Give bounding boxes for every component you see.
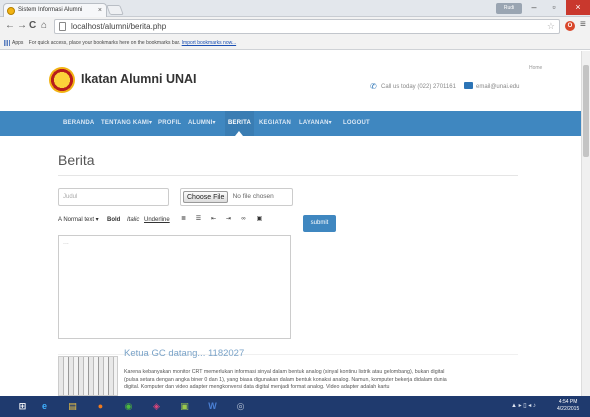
scrollbar-thumb[interactable] (583, 65, 589, 157)
bookmarks-bar: Apps For quick access, place your bookma… (0, 36, 590, 50)
post-thumbnail[interactable] (58, 356, 118, 396)
window-user-badge[interactable]: Rudi (496, 3, 522, 14)
nav-kegiatan[interactable]: KEGIATAN (259, 111, 291, 136)
browser-toolbar: ← → C ⌂ localhost/alumni/berita.php ☆ O … (0, 17, 590, 36)
choose-file-button[interactable]: Choose File (183, 191, 229, 203)
nav-beranda[interactable]: BERANDA (63, 111, 94, 136)
site-header: Ikatan Alumni UNAI Home ✆ Call us today … (0, 51, 581, 111)
chrome-icon[interactable]: ◉ (120, 398, 137, 415)
image-icon[interactable]: ▣ (256, 216, 263, 223)
word-icon[interactable]: W (204, 398, 221, 415)
nav-logout[interactable]: LOGOUT (343, 111, 370, 136)
file-upload-field: Choose File No file chosen (180, 188, 293, 206)
phone-icon: ✆ (370, 82, 377, 91)
clock-time: 4:54 PM (558, 399, 578, 405)
browser-menu-icon[interactable]: ≡ (580, 19, 586, 30)
browser-tabstrip: Sistem Informasi Alumni × Rudi – ▫ × (0, 0, 590, 17)
reload-icon[interactable]: C (29, 20, 36, 32)
apps-link[interactable]: Apps (12, 40, 23, 46)
title-divider (58, 175, 518, 176)
windows-taskbar: ⊞ e ▤ ● ◉ ◈ ▣ W ◎ ▲ ▸ ▯ ◂ ♪ 4:54 PM 4/22… (0, 396, 590, 417)
file-status: No file chosen (232, 193, 274, 200)
numbered-list-icon[interactable]: ☰ (195, 216, 202, 223)
maximize-icon[interactable]: ▫ (544, 0, 564, 15)
url-text: localhost/alumni/berita.php (71, 22, 167, 31)
home-link[interactable]: Home (529, 65, 542, 71)
taskbar-clock[interactable]: 4:54 PM 4/22/2015 (557, 399, 579, 413)
app-icon-3[interactable]: ◎ (232, 398, 249, 415)
bookmarks-prompt: For quick access, place your bookmarks h… (28, 40, 181, 46)
site-title[interactable]: Ikatan Alumni UNAI (81, 72, 197, 86)
window-close-icon[interactable]: × (566, 0, 590, 15)
ie-icon[interactable]: e (36, 398, 53, 415)
address-bar[interactable]: localhost/alumni/berita.php ☆ (54, 19, 560, 34)
new-tab-button[interactable] (106, 5, 124, 15)
indent-icon[interactable]: ⇥ (225, 216, 232, 223)
submit-button[interactable]: submit (303, 215, 336, 232)
unai-logo-icon[interactable] (49, 67, 75, 93)
active-caret-icon (235, 131, 243, 136)
import-bookmarks-link[interactable]: Import bookmarks now... (182, 40, 236, 46)
site-favicon-icon (7, 7, 15, 15)
nav-berita[interactable]: BERITA (225, 111, 255, 136)
bookmark-star-icon[interactable]: ☆ (547, 20, 555, 33)
media-player-icon[interactable]: ● (92, 398, 109, 415)
tab-title: Sistem Informasi Alumni (18, 7, 83, 13)
underline-button[interactable]: Underline (144, 213, 170, 227)
forward-icon[interactable]: → (17, 20, 27, 32)
post-title[interactable]: Ketua GC datang... 1182027 (124, 348, 244, 359)
content-editor[interactable]: ... (58, 235, 291, 339)
bullet-list-icon[interactable]: ≣ (180, 216, 187, 223)
nav-layanan[interactable]: LAYANAN▾ (299, 111, 332, 136)
editor-toolbar: A Normal text ▾ Bold Italic Underline ≣ … (58, 213, 279, 227)
page-viewport: Ikatan Alumni UNAI Home ✆ Call us today … (0, 51, 590, 396)
bold-button[interactable]: Bold (107, 213, 120, 227)
nav-tentang-kami[interactable]: TENTANG KAMI▾ (101, 111, 152, 136)
page-scrollbar[interactable] (581, 51, 590, 396)
page-title: Berita (58, 152, 95, 168)
judul-input[interactable]: Judul (58, 188, 169, 206)
system-tray-icons[interactable]: ▲ ▸ ▯ ◂ ♪ (511, 402, 536, 409)
home-icon[interactable]: ⌂ (41, 20, 47, 32)
minimize-icon[interactable]: – (524, 0, 544, 15)
browser-tab[interactable]: Sistem Informasi Alumni × (3, 3, 107, 17)
nav-alumni[interactable]: ALUMNI▾ (188, 111, 216, 136)
email-text[interactable]: email@unai.edu (476, 84, 519, 90)
app-icon[interactable]: ◈ (148, 398, 165, 415)
page-icon (59, 22, 66, 31)
mail-icon (464, 82, 473, 89)
tab-close-icon[interactable]: × (98, 4, 102, 17)
italic-button[interactable]: Italic (127, 213, 139, 227)
extension-icon[interactable]: O (565, 21, 575, 31)
outdent-icon[interactable]: ⇤ (210, 216, 217, 223)
link-icon[interactable]: ∞ (240, 216, 247, 223)
main-navbar: BERANDA TENTANG KAMI▾ PROFIL ALUMNI▾ BER… (0, 111, 581, 136)
windows-start-icon[interactable]: ⊞ (14, 398, 31, 415)
clock-date: 4/22/2015 (557, 406, 580, 412)
nav-profil[interactable]: PROFIL (158, 111, 181, 136)
post-excerpt: Karena kebanyakan monitor CRT memerlukan… (124, 369, 447, 390)
nav-berita-label: BERITA (228, 120, 252, 126)
back-icon[interactable]: ← (5, 20, 15, 32)
text-style-dropdown[interactable]: A Normal text ▾ (58, 213, 99, 227)
editor-placeholder: ... (63, 239, 69, 246)
phone-text: Call us today (022) 2701161 (381, 84, 456, 90)
file-explorer-icon[interactable]: ▤ (64, 398, 81, 415)
apps-icon[interactable] (4, 39, 10, 46)
app-icon-2[interactable]: ▣ (176, 398, 193, 415)
